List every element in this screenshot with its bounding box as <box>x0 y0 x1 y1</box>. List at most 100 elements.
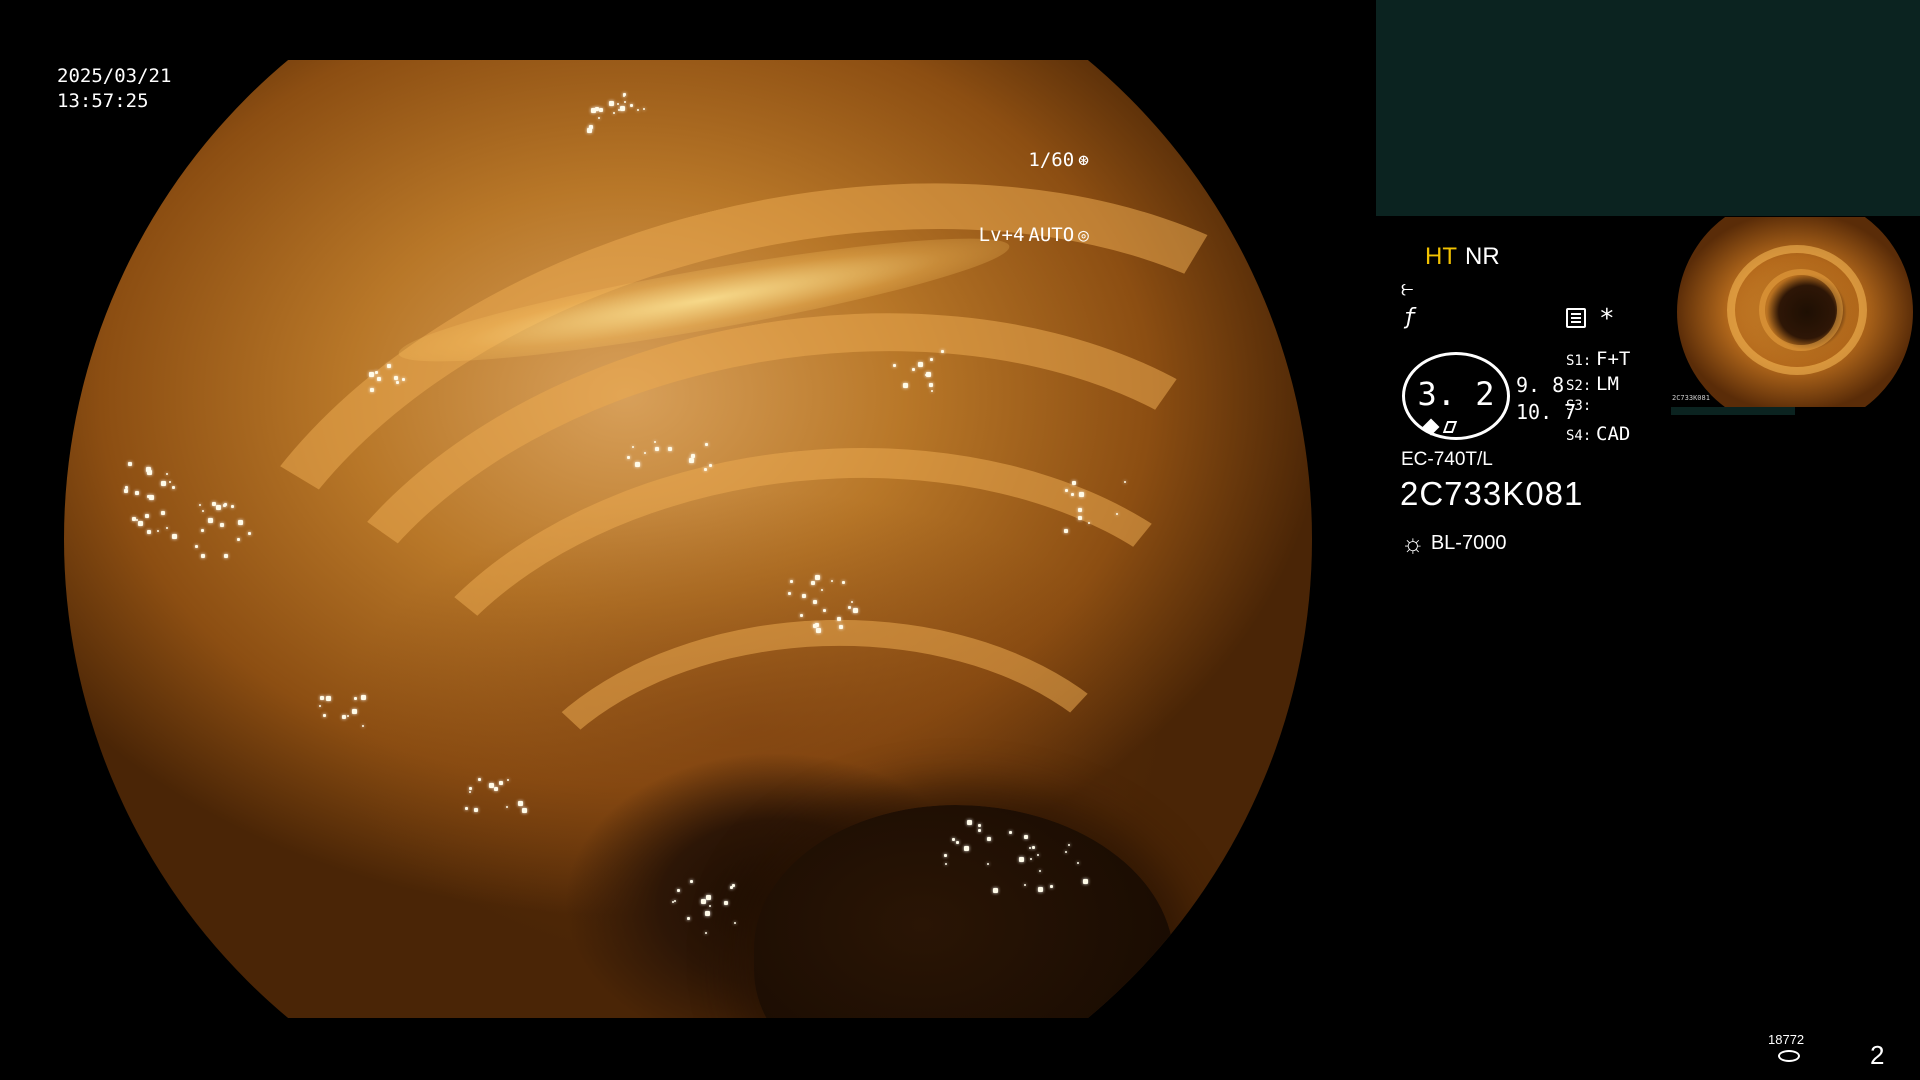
specular-dot <box>518 801 524 807</box>
specular-dot <box>595 106 600 111</box>
specular-dot <box>643 107 646 110</box>
specular-dot <box>146 529 151 534</box>
specular-dot <box>1078 492 1084 498</box>
specular-dot <box>1071 492 1075 496</box>
specular-dot <box>465 807 468 811</box>
specular-dot <box>395 381 399 385</box>
specular-dot <box>148 495 154 501</box>
endoscopy-monitor: 2025/03/21 13:57:25 1/60 ⊛ Lv+4 AUTO ◎ HT… <box>0 0 1920 1080</box>
specular-dot <box>940 350 944 354</box>
specular-dot <box>157 529 160 532</box>
specular-dot <box>375 370 379 374</box>
specular-dot <box>1023 835 1028 840</box>
specular-dot <box>387 363 392 368</box>
specular-dot <box>168 481 171 484</box>
pip-status-bar <box>1671 407 1795 415</box>
switch-row: S2: LM <box>1566 373 1630 398</box>
specular-dot <box>165 473 168 476</box>
specular-dot <box>146 495 150 499</box>
switch-value: LM <box>1596 373 1619 395</box>
specular-dot <box>813 623 818 628</box>
time-text: 13:57:25 <box>57 90 149 112</box>
zoom-indicator: 3. 2 <box>1402 352 1510 440</box>
specular-dot <box>231 505 235 509</box>
specular-dot <box>474 807 479 812</box>
specular-dot <box>172 534 178 540</box>
specular-dot <box>978 823 982 827</box>
specular-dot <box>789 579 793 583</box>
specular-dot <box>816 628 822 634</box>
specular-dot <box>732 884 736 887</box>
specular-dot <box>644 451 647 454</box>
specular-dot <box>689 880 693 883</box>
specular-dot <box>202 509 205 512</box>
page-number: 2 <box>1870 1040 1885 1070</box>
specular-dot <box>499 780 504 785</box>
switch-value: CAD <box>1596 423 1631 445</box>
specular-dot <box>1116 512 1119 515</box>
specular-dot <box>1123 480 1126 483</box>
sun-icon: ☼ <box>1401 528 1425 558</box>
pip-thumbnail[interactable] <box>1671 216 1920 416</box>
specular-dot <box>322 713 326 717</box>
specular-dot <box>326 695 332 701</box>
endoscopic-image <box>64 60 1312 1018</box>
specular-dot <box>368 371 374 377</box>
specular-dot <box>598 107 603 112</box>
switch-row: S1: F+T <box>1566 348 1630 373</box>
specular-dot <box>674 899 677 902</box>
specular-dot <box>705 443 709 447</box>
specular-dot <box>676 888 680 892</box>
specular-dot <box>171 485 175 489</box>
specular-dot <box>215 504 221 510</box>
exposure-readout: 1/60 ⊛ Lv+4 AUTO ◎ <box>979 98 1089 298</box>
specular-dot <box>912 367 916 371</box>
specular-dot <box>951 837 955 841</box>
specular-dot <box>370 387 375 392</box>
specular-dot <box>598 116 601 119</box>
info-header-panel <box>1376 0 1920 216</box>
specular-dot <box>1037 887 1043 893</box>
specular-dot <box>967 820 973 826</box>
level-row: Lv+4 AUTO ◎ <box>979 223 1089 248</box>
specular-dot <box>978 828 982 832</box>
scope-flex-icon: ƒ <box>1403 305 1417 330</box>
specular-dot <box>992 888 998 894</box>
specular-dot <box>1029 857 1032 860</box>
specular-dot <box>842 580 846 584</box>
specular-dot <box>630 104 634 108</box>
specular-dot <box>624 101 627 104</box>
specular-dot <box>689 457 695 463</box>
disk-icon <box>1778 1050 1800 1062</box>
specular-dot <box>944 854 948 858</box>
specular-dot <box>931 389 934 392</box>
specular-dot <box>165 527 168 530</box>
specular-dot <box>1065 489 1069 493</box>
scope-bend-icon: ⥼ <box>1401 276 1414 301</box>
specular-dot <box>194 545 198 549</box>
switch-row: S3: <box>1566 398 1630 423</box>
shutter-text: 1/60 <box>1028 149 1075 171</box>
specular-dot <box>801 594 806 599</box>
menu-icon <box>1566 308 1586 328</box>
specular-dot <box>477 778 481 782</box>
specular-dot <box>506 805 509 808</box>
specular-dot <box>626 456 630 460</box>
specular-dot <box>839 624 844 629</box>
specular-dot <box>917 361 923 367</box>
specular-dot <box>1064 850 1067 853</box>
specular-dot <box>929 358 933 362</box>
specular-dot <box>1078 516 1083 521</box>
pip-image <box>1677 217 1913 407</box>
specular-dot <box>637 108 640 111</box>
specular-dot <box>144 514 149 519</box>
specular-dot <box>124 488 129 493</box>
switch-row: S4: CAD <box>1566 423 1630 448</box>
specular-dot <box>201 553 206 558</box>
shutter-row: 1/60 ⊛ <box>979 148 1089 173</box>
specular-dot <box>207 517 213 523</box>
specular-dot <box>212 501 217 506</box>
specular-dot <box>734 921 737 924</box>
date-text: 2025/03/21 <box>57 65 172 87</box>
specular-dot <box>635 461 641 467</box>
